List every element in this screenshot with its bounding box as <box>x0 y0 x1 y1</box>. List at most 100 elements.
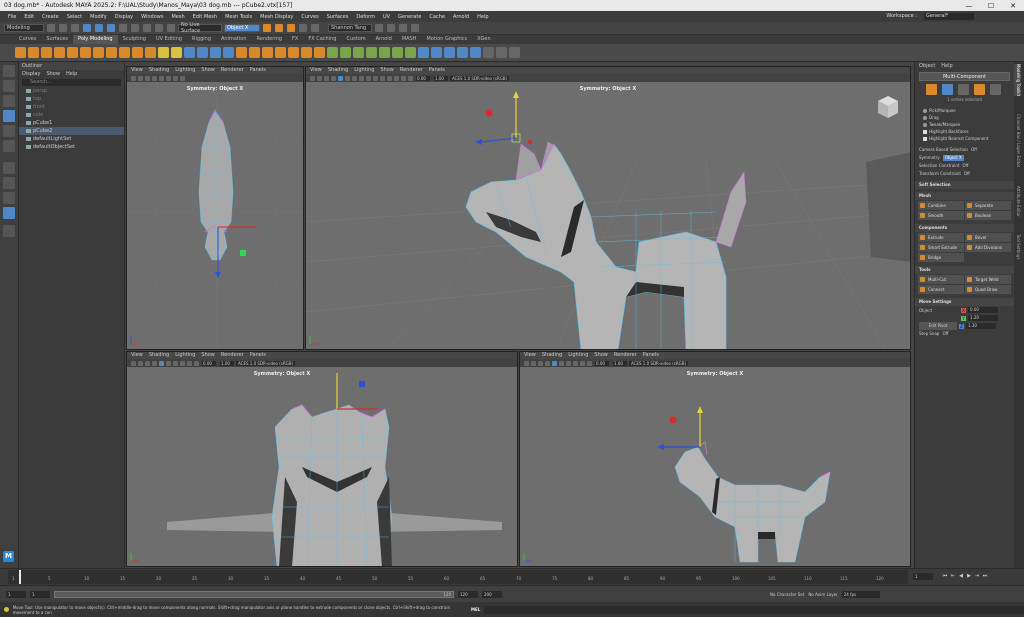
range-bar[interactable]: 120 <box>54 590 454 598</box>
soft-selection-header[interactable]: Soft Selection <box>915 181 1014 189</box>
start-frame-field[interactable]: 1 <box>6 590 26 598</box>
far-clip-field[interactable]: 1.00 <box>613 360 627 366</box>
freeze-transform-icon[interactable] <box>496 47 507 58</box>
components-header[interactable]: Components <box>915 224 1014 232</box>
viewport-persp[interactable]: View Shading Lighting Show Renderer Panels 0.… <box>305 66 911 350</box>
gate-mask-icon[interactable] <box>408 75 413 81</box>
vp-menu-panels[interactable]: Panels <box>250 352 266 359</box>
uv-mode-icon[interactable] <box>990 84 1001 95</box>
sew-uv-icon[interactable] <box>470 47 481 58</box>
svg-tool-icon[interactable] <box>171 47 182 58</box>
grid-icon[interactable] <box>138 75 143 81</box>
xray-icon[interactable] <box>387 75 392 81</box>
render-view-icon[interactable] <box>311 24 319 32</box>
poly-pyramid-icon[interactable] <box>119 47 130 58</box>
vp-menu-renderer[interactable]: Renderer <box>221 67 244 74</box>
step-back-key-icon[interactable]: ⇤ <box>950 573 956 580</box>
xray-icon[interactable] <box>180 75 185 81</box>
option-drag[interactable]: Drag <box>915 114 1014 121</box>
transform-constraint[interactable]: Transform Constraint Off <box>915 170 1014 178</box>
menu-display[interactable]: Display <box>111 14 137 20</box>
command-line-input[interactable] <box>484 605 1024 614</box>
delete-history-icon[interactable] <box>509 47 520 58</box>
smart-extrude-button[interactable]: Smart Extrude <box>918 243 964 252</box>
shelf-tab-animation[interactable]: Animation <box>216 35 252 44</box>
render-icon[interactable] <box>263 24 271 32</box>
poly-cylinder-icon[interactable] <box>41 47 52 58</box>
go-to-start-icon[interactable]: ⏮ <box>942 573 948 580</box>
vp-menu-shading[interactable]: Shading <box>149 67 169 74</box>
shelf-tab-custom[interactable]: Custom <box>341 35 370 44</box>
poly-platonic-icon[interactable] <box>106 47 117 58</box>
add-divisions-button[interactable]: Add Divisions <box>965 243 1011 252</box>
collapse-icon[interactable] <box>405 47 416 58</box>
outliner-menu-show[interactable]: Show <box>46 70 60 78</box>
character-set-dropdown[interactable]: No Character Set <box>770 592 804 597</box>
bevel-button[interactable]: Bevel <box>965 233 1011 242</box>
lights-icon[interactable] <box>173 360 178 366</box>
outliner-item-default-object-set[interactable]: defaultObjectSet <box>19 143 124 151</box>
mode-dropdown[interactable]: Modeling <box>4 24 44 32</box>
current-frame-field[interactable]: 1 <box>913 573 933 580</box>
textured-icon[interactable] <box>559 360 564 366</box>
merge-icon[interactable] <box>301 47 312 58</box>
vp-menu-show[interactable]: Show <box>594 352 608 359</box>
separate-icon[interactable] <box>197 47 208 58</box>
open-scene-icon[interactable] <box>59 24 67 32</box>
shelf-tab-fx[interactable]: FX <box>287 35 303 44</box>
single-perspective-layout-icon[interactable] <box>3 162 15 174</box>
shelf-tab-poly-modeling[interactable]: Poly Modeling <box>73 35 118 44</box>
color-space-dropdown[interactable]: ACES 1.0 SDR-video (sRGB) <box>629 360 689 366</box>
lights-icon[interactable] <box>166 75 171 81</box>
symmetry-setting[interactable]: Symmetry Object X <box>915 154 1014 162</box>
shelf-tab-curves[interactable]: Curves <box>14 35 41 44</box>
textured-icon[interactable] <box>345 75 350 81</box>
option-highlight-nearest[interactable]: Highlight Nearest Component <box>915 135 1014 142</box>
multi-component-button[interactable]: Multi-Component <box>919 72 1010 81</box>
vp-menu-view[interactable]: View <box>131 67 143 74</box>
toolkit-menu-object[interactable]: Object <box>919 62 935 70</box>
vp-menu-view[interactable]: View <box>310 67 322 74</box>
connect-icon[interactable] <box>392 47 403 58</box>
play-backwards-icon[interactable]: ◀ <box>958 573 964 580</box>
outliner-item-side[interactable]: side <box>19 111 124 119</box>
vp-menu-shading[interactable]: Shading <box>328 67 348 74</box>
combine-icon[interactable] <box>184 47 195 58</box>
poly-super-shape-icon[interactable] <box>132 47 143 58</box>
isolate-icon[interactable] <box>380 75 385 81</box>
anim-layer-dropdown[interactable]: No Anim Layer <box>808 592 837 597</box>
go-to-end-icon[interactable]: ⏭ <box>982 573 988 580</box>
edge-mode-icon[interactable] <box>958 84 969 95</box>
aa-icon[interactable] <box>373 75 378 81</box>
outliner-search-input[interactable]: Search... <box>22 79 121 86</box>
selection-constraint[interactable]: Selection Constraint Off <box>915 162 1014 170</box>
smooth-icon[interactable] <box>210 47 221 58</box>
textured-icon[interactable] <box>159 75 164 81</box>
snap-curve-icon[interactable] <box>131 24 139 32</box>
select-object-icon[interactable] <box>95 24 103 32</box>
vp-menu-show[interactable]: Show <box>201 67 215 74</box>
append-polygon-icon[interactable] <box>275 47 286 58</box>
sweep-mesh-icon[interactable] <box>145 47 156 58</box>
move-x-field[interactable]: 0.00 <box>968 307 998 313</box>
quad-draw-button[interactable]: Quad Draw <box>965 285 1011 294</box>
scale-tool-icon[interactable] <box>3 140 15 152</box>
boolean-icon[interactable] <box>223 47 234 58</box>
wireframe-icon[interactable] <box>324 75 329 81</box>
menu-windows[interactable]: Windows <box>137 14 167 20</box>
grid-icon[interactable] <box>531 360 536 366</box>
vp-menu-panels[interactable]: Panels <box>429 67 445 74</box>
camera-attr-icon[interactable] <box>310 75 315 81</box>
viewport-top[interactable]: View Shading Lighting Show Renderer Panels Sy… <box>126 66 304 350</box>
shadows-icon[interactable] <box>173 75 178 81</box>
near-clip-field[interactable]: 0.00 <box>202 360 216 366</box>
toggle-attribute-editor-icon[interactable] <box>387 24 395 32</box>
ipr-render-icon[interactable] <box>275 24 283 32</box>
snap-grid-icon[interactable] <box>119 24 127 32</box>
menu-uv[interactable]: UV <box>379 14 394 20</box>
menu-mesh[interactable]: Mesh <box>167 14 188 20</box>
menu-mesh-tools[interactable]: Mesh Tools <box>221 14 256 20</box>
xray-icon[interactable] <box>187 360 192 366</box>
menu-help[interactable]: Help <box>473 14 492 20</box>
face-mode-icon[interactable] <box>974 84 985 95</box>
